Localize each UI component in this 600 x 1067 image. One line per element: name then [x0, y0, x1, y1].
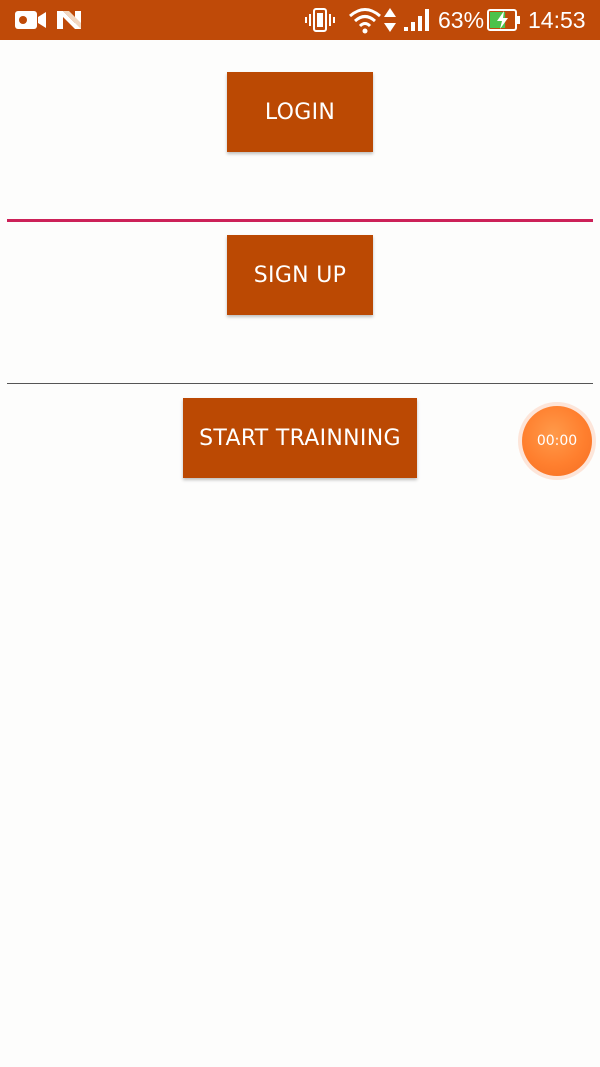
sign-up-button[interactable]: SIGN UP [227, 235, 373, 315]
floating-timer-button[interactable]: 00:00 [518, 402, 596, 480]
battery-icon [487, 0, 521, 40]
divider [7, 383, 593, 384]
divider-accent [7, 219, 593, 222]
timer-label: 00:00 [522, 406, 592, 476]
n-notification-icon [57, 0, 83, 40]
video-camera-icon [15, 0, 47, 40]
wifi-icon [348, 0, 382, 40]
data-arrows-icon [383, 0, 397, 40]
start-training-button[interactable]: START TRAINNING [183, 398, 417, 478]
login-button[interactable]: LOGIN [227, 72, 373, 152]
status-bar: 63% 14:53 [0, 0, 600, 40]
status-time: 14:53 [528, 7, 586, 33]
signal-icon [403, 0, 431, 40]
battery-percent: 63% [438, 7, 485, 33]
vibrate-icon [305, 0, 335, 40]
